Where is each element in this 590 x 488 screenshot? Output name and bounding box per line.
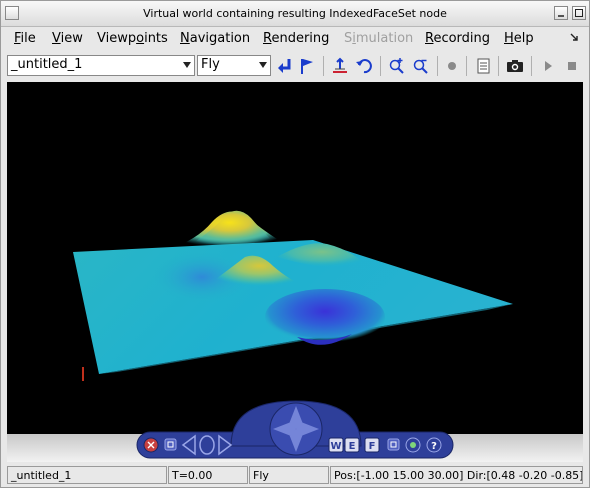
stop-icon — [568, 62, 576, 70]
status-world: _untitled_1 — [7, 466, 167, 484]
return-icon — [278, 59, 291, 73]
view-file-button[interactable] — [473, 56, 493, 76]
walk-button-label: W — [330, 441, 341, 452]
menu-view[interactable]: View — [52, 31, 83, 46]
menu-file[interactable]: File — [14, 31, 36, 46]
zoom-out-icon — [413, 59, 428, 74]
chevron-down-icon — [259, 62, 267, 68]
undo-move-button[interactable] — [354, 56, 374, 76]
navigation-mode-selector[interactable]: Fly — [197, 55, 271, 76]
status-bar: _untitled_1 T=0.00 Fly Pos:[-1.00 15.00 … — [1, 464, 589, 488]
play-icon — [545, 61, 552, 71]
go-to-default-viewpoint-button[interactable] — [275, 56, 295, 76]
navigation-mode-value: Fly — [201, 57, 220, 72]
flag-icon — [301, 59, 313, 74]
help-button[interactable]: ? — [426, 437, 442, 453]
maximize-icon — [575, 9, 583, 17]
close-panel-button[interactable] — [143, 437, 159, 453]
fly-button[interactable]: F — [364, 437, 380, 453]
chevron-down-icon — [183, 62, 191, 68]
sun-icon — [410, 442, 416, 448]
bookmark-viewpoint-button[interactable] — [297, 56, 317, 76]
title-bar[interactable]: Virtual world containing resulting Index… — [1, 1, 589, 27]
undock-icon[interactable] — [569, 31, 579, 45]
menu-rendering[interactable]: Rendering — [263, 31, 329, 46]
record-icon — [448, 62, 456, 70]
world-selector[interactable]: _untitled_1 — [7, 55, 195, 76]
menu-navigation[interactable]: Navigation — [180, 31, 250, 46]
walk-button[interactable]: W — [328, 437, 344, 453]
3d-viewport[interactable] — [7, 82, 583, 434]
zoom-in-icon — [389, 58, 404, 74]
camera-icon — [507, 60, 523, 72]
fly-button-label: F — [369, 441, 376, 452]
viewpoints-button[interactable] — [387, 438, 400, 451]
vr-player-window: Virtual world containing resulting Index… — [0, 0, 590, 488]
maximize-button[interactable] — [572, 6, 586, 20]
file-icon — [477, 58, 490, 74]
stop-button — [562, 56, 582, 76]
straighten-up-button[interactable] — [330, 56, 350, 76]
menu-bar: File View Viewpoints Navigation Renderin… — [1, 28, 589, 50]
world-selector-value: _untitled_1 — [11, 57, 83, 72]
help-icon: ? — [431, 441, 437, 452]
panel-options-button[interactable] — [164, 438, 177, 451]
status-mode: Fly — [249, 466, 329, 484]
capture-frame-button[interactable] — [505, 56, 525, 76]
menu-viewpoints[interactable]: Viewpoints — [97, 31, 168, 46]
examine-button[interactable]: E — [344, 437, 360, 453]
navigation-panel: W E F ? — [136, 400, 454, 459]
status-position: Pos:[-1.00 15.00 30.00] Dir:[0.48 -0.20 … — [330, 466, 583, 484]
menu-recording[interactable]: Recording — [425, 31, 490, 46]
minimize-button[interactable] — [554, 6, 568, 20]
toolbar: _untitled_1 Fly — [1, 51, 589, 81]
surface-mesh — [73, 210, 513, 381]
play-button — [538, 56, 558, 76]
headlight-button[interactable] — [405, 437, 421, 453]
window-title: Virtual world containing resulting Index… — [143, 7, 447, 20]
status-time: T=0.00 — [168, 466, 248, 484]
menu-simulation: Simulation — [344, 31, 414, 46]
record-button — [442, 56, 462, 76]
straighten-icon — [333, 57, 347, 73]
zoom-out-button[interactable] — [411, 56, 431, 76]
minimize-icon — [558, 15, 564, 17]
menu-help[interactable]: Help — [504, 31, 534, 46]
undo-move-icon — [356, 59, 372, 74]
examine-button-label: E — [349, 441, 356, 452]
zoom-in-button[interactable] — [387, 56, 407, 76]
